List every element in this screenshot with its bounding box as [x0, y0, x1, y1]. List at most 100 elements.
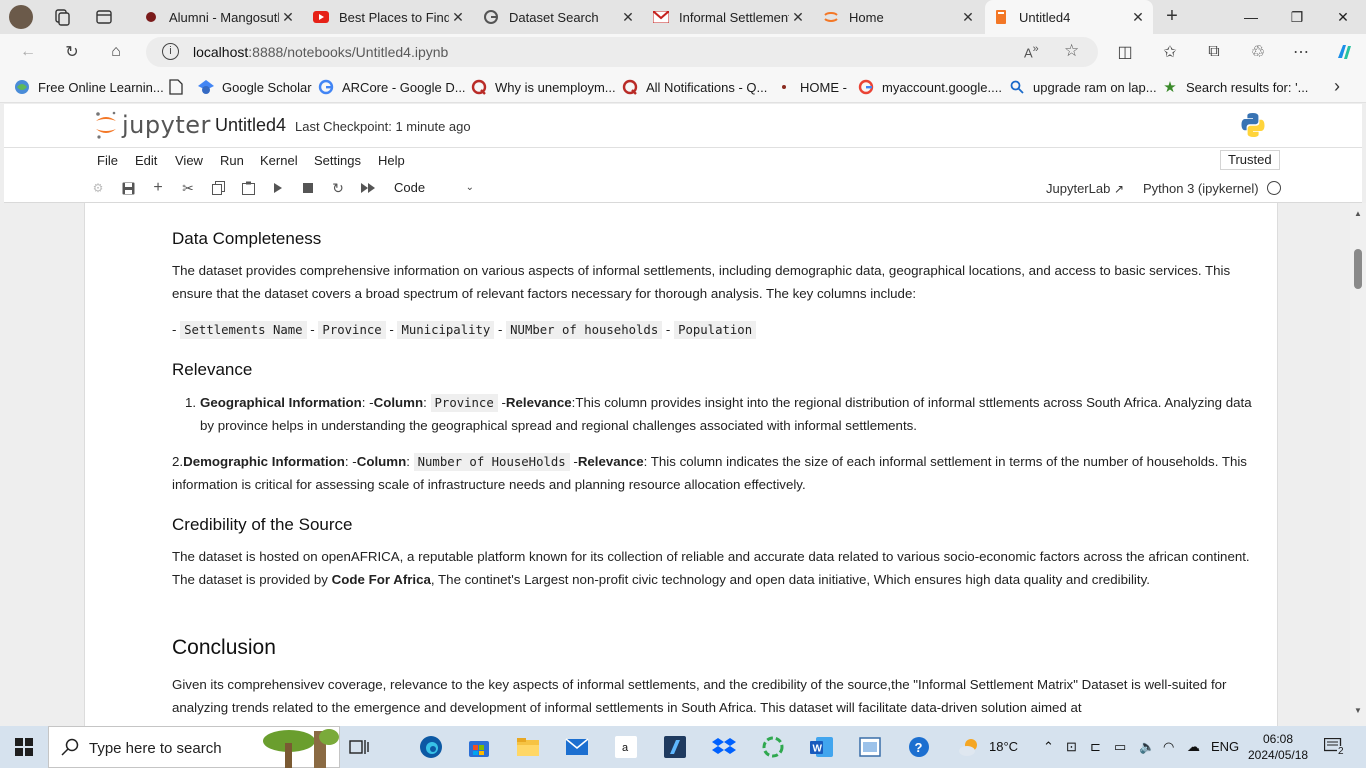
weather-icon[interactable] — [956, 735, 982, 759]
snipping-tool-icon[interactable] — [857, 735, 883, 759]
cell-type-select[interactable]: Code ⌄ — [390, 178, 476, 198]
language-indicator[interactable]: ENG — [1211, 739, 1239, 754]
close-icon[interactable]: ✕ — [279, 9, 297, 26]
refresh-icon[interactable]: ↻ — [60, 40, 84, 64]
tab-actions-icon[interactable] — [95, 8, 113, 26]
menu-settings[interactable]: Settings — [314, 153, 361, 168]
new-tab-button[interactable]: + — [1161, 5, 1183, 27]
mail-icon[interactable] — [564, 735, 590, 759]
notebook-title[interactable]: Untitled4 — [215, 115, 286, 136]
collections-icon[interactable]: ⧉ — [1202, 40, 1226, 64]
chevron-down-icon: ⌄ — [465, 182, 474, 193]
fast-forward-icon[interactable] — [360, 180, 376, 196]
close-icon[interactable]: ✕ — [449, 9, 467, 26]
favorites-icon[interactable]: ✩ — [1158, 40, 1182, 64]
kernel-name[interactable]: Python 3 (ipykernel) — [1143, 181, 1259, 196]
copilot-icon[interactable] — [1332, 40, 1356, 64]
settings-more-icon[interactable]: ⋯ — [1289, 40, 1313, 64]
youtube-icon — [313, 9, 329, 25]
close-icon[interactable]: ✕ — [1129, 9, 1147, 26]
wifi-icon[interactable]: ◠ — [1163, 739, 1174, 755]
read-aloud-icon[interactable]: A» — [1024, 43, 1039, 60]
extensions-icon[interactable]: ♲ — [1246, 40, 1270, 64]
close-window-button[interactable]: ✕ — [1320, 0, 1366, 34]
taskbar-search[interactable]: Type here to search — [48, 726, 340, 768]
address-bar[interactable]: i localhost:8888/notebooks/Untitled4.ipy… — [146, 37, 1098, 67]
back-arrow-icon[interactable]: ← — [16, 40, 40, 64]
store-icon[interactable] — [466, 735, 492, 759]
paste-icon[interactable] — [240, 180, 256, 196]
gear-icon[interactable]: ⚙ — [90, 180, 106, 196]
workspaces-icon[interactable] — [53, 8, 71, 26]
run-icon[interactable] — [270, 180, 286, 196]
vertical-scrollbar[interactable]: ▲ ▼ — [1350, 203, 1366, 726]
favorite-search-results[interactable]: ★ Search results for: '... — [1162, 77, 1308, 97]
split-screen-icon[interactable]: ◫ — [1113, 40, 1137, 64]
tab-best-places[interactable]: Best Places to Find D ✕ — [305, 0, 473, 34]
menu-view[interactable]: View — [175, 153, 203, 168]
favorite-google-scholar[interactable]: Google Scholar — [198, 77, 312, 97]
tab-home[interactable]: Home ✕ — [815, 0, 983, 34]
favorite-blank-page[interactable] — [168, 77, 192, 97]
menu-run[interactable]: Run — [220, 153, 244, 168]
tray-app-icon[interactable]: ⊡ — [1066, 739, 1077, 755]
menu-file[interactable]: File — [97, 153, 118, 168]
favorite-home[interactable]: HOME - — [776, 77, 847, 97]
menu-kernel[interactable]: Kernel — [260, 153, 298, 168]
favorite-myaccount-google[interactable]: myaccount.google.... — [858, 77, 1002, 97]
jupyterlab-link[interactable]: JupyterLab ↗ — [1046, 181, 1124, 196]
chevron-right-icon[interactable]: › — [1334, 76, 1340, 97]
battery-icon[interactable]: ▭ — [1114, 739, 1126, 755]
minimize-button[interactable]: — — [1228, 0, 1274, 34]
close-icon[interactable]: ✕ — [789, 9, 807, 26]
edge-taskbar-icon[interactable] — [418, 735, 444, 759]
file-explorer-icon[interactable] — [515, 735, 541, 759]
menu-edit[interactable]: Edit — [135, 153, 157, 168]
notification-center-button[interactable]: 2 — [1323, 737, 1346, 757]
favorite-free-online-learning[interactable]: Free Online Learnin... — [14, 77, 164, 97]
volume-icon[interactable]: 🔈 — [1139, 739, 1155, 755]
tab-dataset-search[interactable]: Dataset Search ✕ — [475, 0, 643, 34]
scrollbar-thumb[interactable] — [1354, 249, 1362, 289]
azure-data-studio-icon[interactable] — [662, 735, 688, 759]
task-view-icon[interactable] — [346, 735, 372, 759]
tab-untitled4[interactable]: Untitled4 ✕ — [985, 0, 1153, 34]
chevron-up-icon[interactable]: ⌃ — [1043, 739, 1054, 755]
home-icon[interactable]: ⌂ — [104, 40, 128, 64]
windows-start-icon[interactable] — [11, 735, 37, 759]
tab-label: Dataset Search — [509, 9, 599, 25]
add-cell-icon[interactable]: + — [150, 179, 166, 196]
list-number: 2. — [172, 454, 184, 469]
favorite-arcore[interactable]: ARCore - Google D... — [318, 77, 466, 97]
close-icon[interactable]: ✕ — [959, 9, 977, 26]
scroll-down-icon[interactable]: ▼ — [1354, 706, 1362, 715]
trusted-indicator[interactable]: Trusted — [1220, 150, 1280, 170]
network-ethernet-icon[interactable]: ⊏ — [1090, 739, 1101, 755]
profile-avatar[interactable] — [9, 5, 33, 29]
favorite-quora-notifications[interactable]: All Notifications - Q... — [622, 77, 767, 97]
favorite-upgrade-ram[interactable]: upgrade ram on lap... — [1009, 77, 1157, 97]
tab-informal-settlement[interactable]: Informal Settlement ✕ — [645, 0, 813, 34]
temperature[interactable]: 18°C — [989, 739, 1018, 754]
favorite-quora-unemployment[interactable]: Why is unemploym... — [471, 77, 616, 97]
help-icon[interactable]: ? — [906, 735, 932, 759]
word-icon[interactable]: W — [809, 735, 835, 759]
amazon-icon[interactable]: a — [613, 735, 639, 759]
sync-app-icon[interactable] — [760, 735, 786, 759]
scroll-up-icon[interactable]: ▲ — [1354, 209, 1362, 218]
site-info-icon[interactable]: i — [162, 43, 179, 60]
tab-alumni[interactable]: Alumni - Mangosuthu ✕ — [135, 0, 303, 34]
restart-icon[interactable]: ↻ — [330, 180, 346, 196]
onedrive-icon[interactable]: ☁ — [1187, 739, 1200, 755]
copy-icon[interactable] — [210, 180, 226, 196]
save-icon[interactable] — [120, 180, 136, 196]
jupyter-logo[interactable]: jupyter — [94, 110, 211, 140]
cut-icon[interactable]: ✂ — [180, 180, 196, 196]
close-icon[interactable]: ✕ — [619, 9, 637, 26]
dropbox-icon[interactable] — [711, 735, 737, 759]
restore-button[interactable]: ❐ — [1274, 0, 1320, 34]
menu-help[interactable]: Help — [378, 153, 405, 168]
clock[interactable]: 06:08 2024/05/18 — [1248, 731, 1308, 763]
favorite-star-icon[interactable]: ☆ — [1064, 41, 1079, 61]
stop-icon[interactable] — [300, 180, 316, 196]
